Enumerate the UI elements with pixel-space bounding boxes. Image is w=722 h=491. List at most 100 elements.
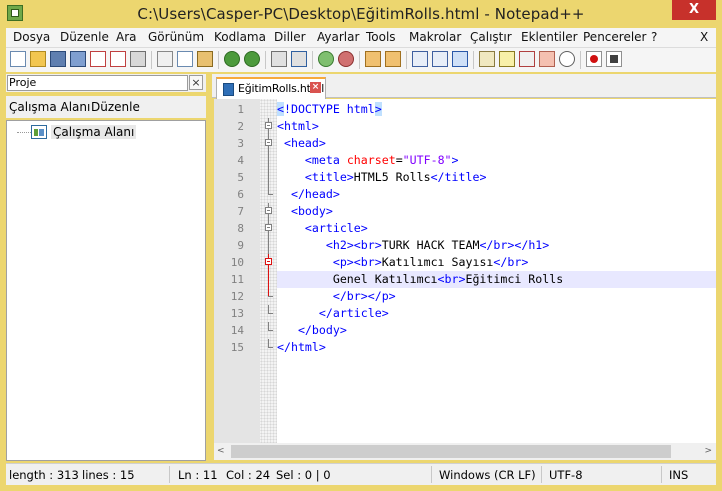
paste-icon[interactable] xyxy=(197,51,213,67)
code-text[interactable]: <meta charset="UTF-8"> xyxy=(277,152,716,169)
word-wrap-icon[interactable] xyxy=(412,51,428,67)
code-text[interactable]: </html> xyxy=(277,339,716,356)
menu-gorunum[interactable]: Görünüm xyxy=(148,30,204,44)
doc-map-icon[interactable] xyxy=(499,51,515,67)
tab-close-button[interactable]: × xyxy=(310,82,321,93)
title-bar[interactable]: C:\Users\Casper-PC\Desktop\EğitimRolls.h… xyxy=(0,0,722,27)
find-icon[interactable] xyxy=(271,51,287,67)
code-line[interactable]: 14 </body> xyxy=(214,322,716,339)
menu-tools[interactable]: Tools xyxy=(366,30,396,44)
code-text[interactable]: <article> xyxy=(277,220,716,237)
menu-help[interactable]: ? xyxy=(651,30,657,44)
print-icon[interactable] xyxy=(130,51,146,67)
fold-toggle-icon[interactable] xyxy=(265,224,272,231)
sync-horizontal-icon[interactable] xyxy=(385,51,401,67)
code-text[interactable]: </head> xyxy=(277,186,716,203)
code-text[interactable]: <p><br>Katılımcı Sayısı</br> xyxy=(277,254,716,271)
scroll-thumb[interactable] xyxy=(231,445,671,458)
toolbar-separator xyxy=(473,51,474,69)
sync-vertical-icon[interactable] xyxy=(365,51,381,67)
code-line[interactable]: 8 <article> xyxy=(214,220,716,237)
fold-end-marker xyxy=(268,194,273,195)
redo-icon[interactable] xyxy=(244,51,260,67)
fold-end-marker xyxy=(268,347,273,348)
code-text[interactable]: <!DOCTYPE html> xyxy=(277,101,716,118)
toolbar-separator xyxy=(580,51,581,69)
code-editor[interactable]: 1 <!DOCTYPE html> 2 <html> 3 <head> 4 <meta c… xyxy=(214,99,716,443)
menu-eklentiler[interactable]: Eklentiler xyxy=(521,30,578,44)
menu-kodlama[interactable]: Kodlama xyxy=(214,30,266,44)
menu-dosya[interactable]: Dosya xyxy=(13,30,50,44)
cut-icon[interactable] xyxy=(157,51,173,67)
fold-toggle-icon[interactable] xyxy=(265,122,272,129)
code-line[interactable]: 2 <html> xyxy=(214,118,716,135)
fold-line xyxy=(268,305,269,313)
menu-calistir[interactable]: Çalıştır xyxy=(470,30,512,44)
menu-pencereler[interactable]: Pencereler xyxy=(583,30,646,44)
fold-toggle-icon[interactable] xyxy=(265,207,272,214)
code-text[interactable]: <html> xyxy=(277,118,716,135)
code-text[interactable]: </article> xyxy=(277,305,716,322)
close-all-icon[interactable] xyxy=(110,51,126,67)
code-text[interactable]: </br></p> xyxy=(277,288,716,305)
zoom-in-icon[interactable] xyxy=(318,51,334,67)
code-line[interactable]: 11 Genel Katılımcı<br>Eğitimci Rolls xyxy=(214,271,716,288)
code-line[interactable]: 5 <title>HTML5 Rolls</title> xyxy=(214,169,716,186)
replace-icon[interactable] xyxy=(291,51,307,67)
close-icon[interactable] xyxy=(90,51,106,67)
tree-item-workspace[interactable]: Çalışma Alanı xyxy=(51,125,137,139)
fold-toggle-icon[interactable] xyxy=(265,258,272,265)
code-text[interactable]: <title>HTML5 Rolls</title> xyxy=(277,169,716,186)
code-line[interactable]: 6 </head> xyxy=(214,186,716,203)
copy-icon[interactable] xyxy=(177,51,193,67)
menu-close-doc[interactable]: X xyxy=(700,30,708,44)
menu-ara[interactable]: Ara xyxy=(116,30,137,44)
code-line[interactable]: 7 <body> xyxy=(214,203,716,220)
menu-makrolar[interactable]: Makrolar xyxy=(409,30,461,44)
scroll-right-arrow[interactable]: > xyxy=(704,446,712,456)
code-line[interactable]: 9 <h2><br>TURK HACK TEAM</br></h1> xyxy=(214,237,716,254)
project-tree: Çalışma Alanı xyxy=(6,120,206,461)
user-lang-icon[interactable] xyxy=(479,51,495,67)
status-length: length : 313 xyxy=(9,468,79,482)
code-text[interactable]: </body> xyxy=(277,322,716,339)
code-text[interactable]: <head> xyxy=(277,135,716,152)
save-all-icon[interactable] xyxy=(70,51,86,67)
indent-guide-icon[interactable] xyxy=(452,51,468,67)
code-line[interactable]: 1 <!DOCTYPE html> xyxy=(214,101,716,118)
fold-toggle-icon[interactable] xyxy=(265,139,272,146)
code-text[interactable]: <body> xyxy=(277,203,716,220)
stop-record-icon[interactable] xyxy=(606,51,622,67)
show-all-chars-icon[interactable] xyxy=(432,51,448,67)
menu-duzenle[interactable]: Düzenle xyxy=(60,30,109,44)
function-list-icon[interactable] xyxy=(519,51,535,67)
tab-egitimrolls[interactable]: EğitimRolls.html × xyxy=(216,77,326,99)
code-text[interactable]: Genel Katılımcı<br>Eğitimci Rolls xyxy=(277,271,716,288)
horizontal-scrollbar[interactable]: < > xyxy=(214,443,716,460)
scroll-left-arrow[interactable]: < xyxy=(217,446,225,456)
monitoring-icon[interactable] xyxy=(559,51,575,67)
line-number: 6 xyxy=(237,188,244,201)
code-text[interactable]: <h2><br>TURK HACK TEAM</br></h1> xyxy=(277,237,716,254)
zoom-out-icon[interactable] xyxy=(338,51,354,67)
window-close-button[interactable]: X xyxy=(672,0,716,20)
code-line[interactable]: 3 <head> xyxy=(214,135,716,152)
project-panel-close-button[interactable]: × xyxy=(189,75,203,90)
status-bar: length : 313 lines : 15 Ln : 11 Col : 24… xyxy=(6,463,716,485)
code-line[interactable]: 4 <meta charset="UTF-8"> xyxy=(214,152,716,169)
project-menu-edit[interactable]: Düzenle xyxy=(91,100,140,114)
code-line[interactable]: 15 </html> xyxy=(214,339,716,356)
line-number: 15 xyxy=(230,341,244,354)
open-file-icon[interactable] xyxy=(30,51,46,67)
code-line[interactable]: 12 </br></p> xyxy=(214,288,716,305)
record-macro-icon[interactable] xyxy=(586,51,602,67)
new-file-icon[interactable] xyxy=(10,51,26,67)
code-line[interactable]: 10 <p><br>Katılımcı Sayısı</br> xyxy=(214,254,716,271)
project-menu-workspace[interactable]: Çalışma Alanı xyxy=(9,100,90,114)
code-line[interactable]: 13 </article> xyxy=(214,305,716,322)
folder-workspace-icon[interactable] xyxy=(539,51,555,67)
menu-diller[interactable]: Diller xyxy=(274,30,306,44)
save-icon[interactable] xyxy=(50,51,66,67)
menu-ayarlar[interactable]: Ayarlar xyxy=(317,30,359,44)
undo-icon[interactable] xyxy=(224,51,240,67)
